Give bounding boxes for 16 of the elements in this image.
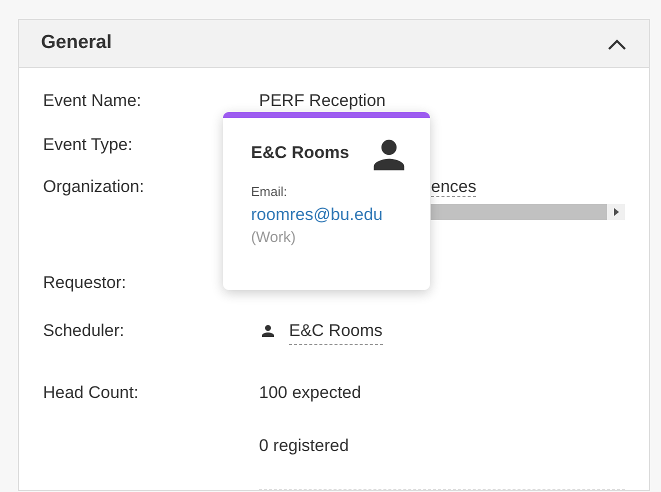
panel-title: General	[41, 32, 112, 55]
field-label: Requestor:	[43, 272, 128, 294]
scheduler-link[interactable]: E&C Rooms	[289, 318, 383, 344]
field-label: Head Count:	[43, 382, 140, 404]
email-link[interactable]: roomres@bu.edu	[251, 202, 383, 227]
head-count-value: 0 registered	[259, 435, 350, 457]
field-label: Scheduler:	[43, 320, 126, 342]
contact-name: E&C Rooms	[251, 142, 350, 164]
email-label: Email:	[251, 183, 288, 201]
field-label: Event Name:	[43, 90, 142, 112]
head-count-value: 100 expected	[259, 382, 362, 404]
panel-header[interactable]: General	[19, 20, 649, 68]
collapse-button[interactable]	[607, 38, 627, 50]
email-type: (Work)	[251, 228, 297, 248]
field-value: PERF Reception	[259, 91, 386, 110]
organization-link[interactable]: ences	[431, 177, 476, 197]
